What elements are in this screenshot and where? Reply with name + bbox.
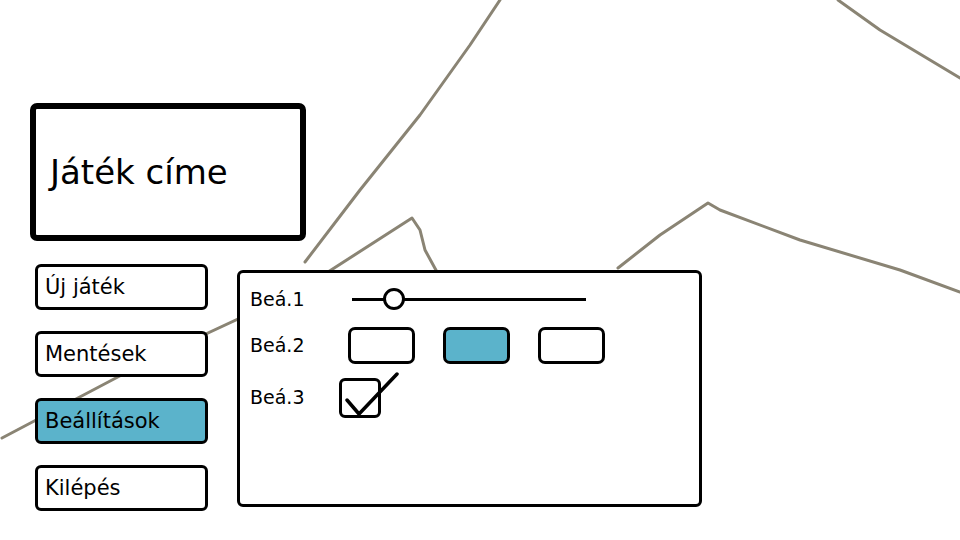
menu-button[interactable]: Mentések: [35, 331, 208, 377]
setting-label: Beá.2: [250, 334, 348, 356]
main-menu-screen: Játék címe Új játék Mentések Beállítások Kil…: [0, 0, 960, 540]
choice-group: [348, 327, 689, 364]
menu-button[interactable]: Kilépés: [35, 465, 208, 511]
game-title: Játék címe: [30, 103, 306, 241]
menu-button[interactable]: Új játék: [35, 264, 208, 310]
menu-button[interactable]: Beállítások: [35, 398, 208, 444]
setting-row: Beá.3: [250, 373, 689, 421]
setting-row: Beá.2: [250, 323, 689, 367]
slider-thumb[interactable]: [383, 288, 405, 310]
main-menu: Új játék Mentések Beállítások Kilépés: [35, 264, 208, 511]
setting-label: Beá.3: [250, 386, 348, 408]
checkbox[interactable]: [339, 376, 399, 418]
slider-track[interactable]: [352, 298, 586, 301]
choice-option[interactable]: [443, 327, 510, 364]
setting-row: Beá.1: [250, 281, 689, 317]
settings-panel: Beá.1 Beá.2 Beá.3: [237, 270, 702, 507]
check-icon: [339, 370, 399, 420]
setting-label: Beá.1: [250, 288, 348, 310]
choice-option[interactable]: [348, 327, 415, 364]
choice-option[interactable]: [538, 327, 605, 364]
